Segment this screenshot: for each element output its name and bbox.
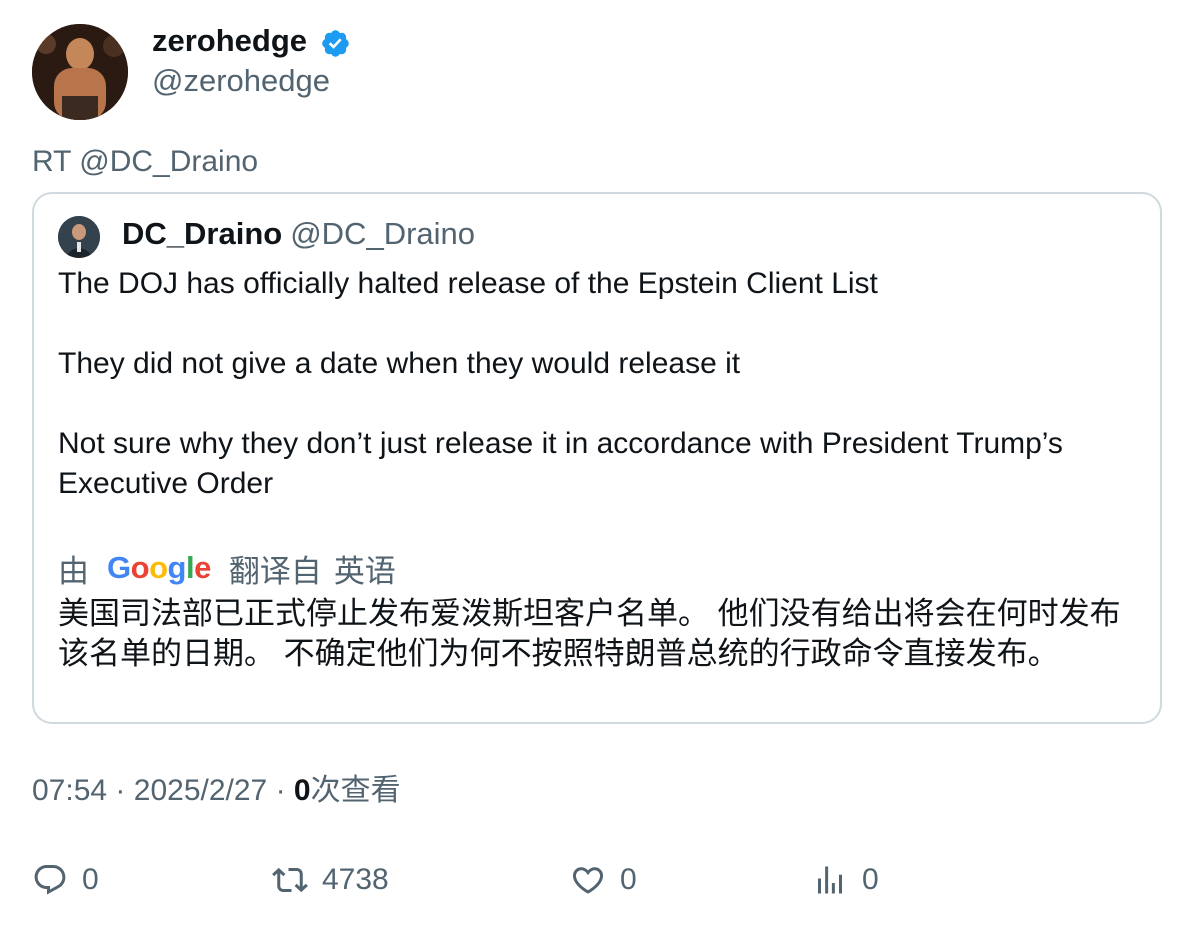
view-count: 0 [293, 774, 311, 807]
verified-badge-icon [322, 30, 349, 57]
tweet-meta: 07:54 · 2025/2/27 · 0次查看 [32, 772, 401, 810]
quoted-avatar-image [58, 216, 100, 258]
quoted-handle: @DC_Draino [290, 216, 476, 251]
views-button[interactable]: 0 [812, 860, 879, 900]
tweet-time[interactable]: 07:54 [32, 774, 107, 807]
retweet-icon [272, 867, 308, 893]
translated-from-label: 翻译自 [228, 553, 322, 589]
retweet-button[interactable]: 4738 [272, 860, 389, 900]
like-button[interactable]: 0 [570, 860, 637, 900]
source-language: 英语 [333, 553, 396, 589]
retweet-count: 4738 [322, 863, 389, 896]
author-display-name[interactable]: zerohedge [152, 22, 307, 60]
reply-count: 0 [82, 863, 99, 896]
reply-icon [34, 865, 66, 895]
meta-separator: · [115, 774, 126, 807]
translated-by-label: 由 [58, 553, 89, 589]
google-logo: Google [107, 550, 211, 585]
quoted-display-name: DC_Draino [122, 216, 283, 251]
quoted-tweet-card[interactable]: DC_Draino @DC_Draino The DOJ has official… [32, 192, 1162, 724]
quoted-paragraph: They did not give a date when they would… [58, 347, 741, 380]
retweet-prefix: RT @DC_Draino [32, 145, 259, 178]
quoted-paragraph: Not sure why they don’t just release it … [58, 427, 1063, 500]
translated-text: 美国司法部已正式停止发布爱泼斯坦客户名单。 他们没有给出将会在何时发布该名单的日… [58, 596, 1121, 671]
views-count: 0 [862, 863, 879, 896]
reply-button[interactable]: 0 [32, 860, 99, 900]
author-avatar[interactable] [32, 24, 128, 120]
author-handle[interactable]: @zerohedge [152, 62, 330, 100]
avatar-image [32, 24, 128, 120]
quoted-paragraph: The DOJ has officially halted release of… [58, 267, 878, 300]
quoted-tweet-text: The DOJ has officially halted release of… [58, 264, 1148, 504]
meta-separator: · [275, 774, 286, 807]
view-label: 次查看 [310, 774, 401, 807]
analytics-icon [818, 866, 842, 894]
quoted-author-line[interactable]: DC_Draino @DC_Draino [122, 214, 475, 254]
translation-attribution[interactable]: 由 Google 翻译自 英语 [58, 546, 396, 590]
heart-icon [572, 867, 604, 894]
tweet-date[interactable]: 2025/2/27 [134, 774, 267, 807]
quoted-author-avatar[interactable] [58, 216, 100, 258]
like-count: 0 [620, 863, 637, 896]
